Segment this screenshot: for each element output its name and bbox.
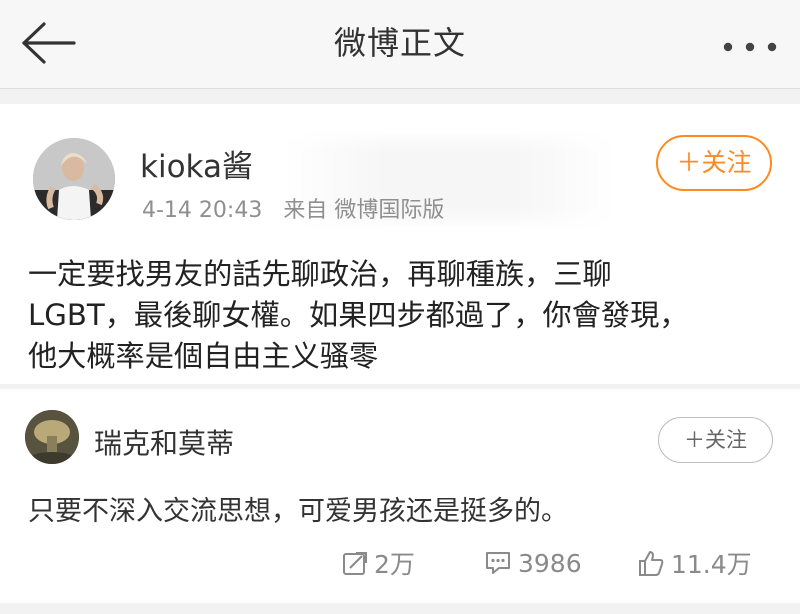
commenter-avatar-image [25,410,79,464]
thumbs-up-icon [639,551,664,576]
post-text-line: 一定要找男友的話先聊政治，再聊種族，三聊 [28,257,612,291]
follow-author-button[interactable]: ＋关注 [656,135,772,191]
comment-text: 只要不深入交流思想，可爱男孩还是挺多的。 [28,496,568,527]
bottom-spacer [0,603,800,614]
post-meta: 4-14 20:43 来自 微博国际版 [142,192,458,224]
repost-button[interactable]: 2万 [342,540,415,586]
post-source[interactable]: 来自 微博国际版 [283,198,444,223]
page-title: 微博正文 [333,24,466,62]
like-count: 11.4万 [671,550,752,579]
comment-icon [486,552,510,574]
post-text-line: 他大概率是個自由主义骚零 [28,339,379,373]
author-name[interactable]: kioka酱 [140,141,253,186]
post-text-line: LGBT，最後聊女權。如果四步都過了，你會發現， [28,298,689,332]
avatar-photo [33,138,115,220]
repost-count: 2万 [374,550,415,579]
action-bar: 2万 3986 11.4万 [0,540,800,586]
author-avatar[interactable] [33,138,115,220]
follow-commenter-button[interactable]: ＋关注 [658,417,773,463]
like-button[interactable]: 11.4万 [637,540,752,586]
comment-button[interactable]: 3986 [484,540,582,586]
post-timestamp: 4-14 20:43 [142,198,263,223]
top-nav-bar: 微博正文 [0,0,800,89]
commenter-avatar[interactable] [25,410,79,464]
post-body: 一定要找男友的話先聊政治，再聊種族，三聊 LGBT，最後聊女權。如果四步都過了，… [28,254,788,377]
repost-icon [343,552,367,575]
commenter-name[interactable]: 瑞克和莫蒂 [94,422,234,462]
comment-count: 3986 [518,548,582,578]
more-dots-icon [723,42,777,52]
more-options-button[interactable] [722,38,778,52]
